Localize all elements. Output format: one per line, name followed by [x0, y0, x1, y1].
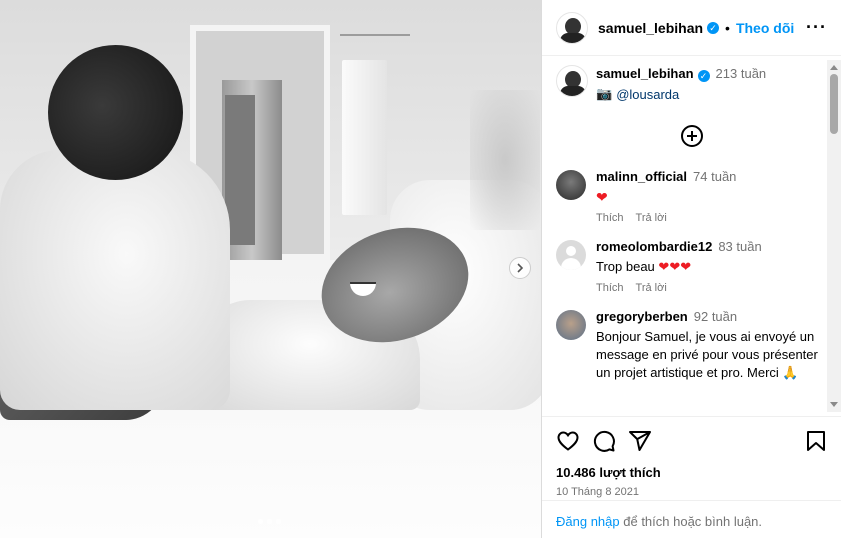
post-header: samuel_lebihan ✓ • Theo dõi ···: [542, 0, 841, 56]
post-photo: [0, 0, 541, 538]
comment-like-button[interactable]: Thích: [596, 212, 624, 224]
bookmark-icon[interactable]: [804, 429, 828, 453]
scroll-down-icon[interactable]: [830, 402, 838, 407]
comment-avatar[interactable]: [556, 310, 586, 340]
camera-icon: 📷: [596, 86, 613, 101]
comment-text: ❤: [596, 189, 610, 205]
carousel-dot: [258, 519, 263, 524]
comments-list: samuel_lebihan ✓ 213 tuần 📷 @lousarda mali…: [542, 57, 841, 415]
caption-username[interactable]: samuel_lebihan: [596, 66, 694, 81]
comment-username[interactable]: gregoryberben: [596, 309, 688, 324]
chevron-right-icon: [517, 263, 524, 273]
comment-reply-button[interactable]: Trả lời: [636, 282, 667, 294]
caption-mention[interactable]: @lousarda: [616, 87, 679, 102]
caption-avatar[interactable]: [556, 65, 588, 97]
comment-avatar[interactable]: [556, 170, 586, 200]
photo-hair: [48, 45, 183, 180]
comment-text: Trop beau ❤❤❤: [596, 259, 692, 274]
carousel-next-button[interactable]: [509, 257, 531, 279]
plus-circle-icon[interactable]: [681, 125, 703, 147]
photo-lamp-arm: [340, 34, 410, 36]
carousel-dot: [267, 519, 272, 524]
more-horizontal-icon[interactable]: ···: [806, 17, 827, 38]
load-more-comments: [556, 114, 828, 158]
post-actions: 10.486 lượt thích 10 Tháng 8 2021: [542, 416, 841, 498]
photo-woman-shirt: [0, 150, 230, 410]
heart-outline-icon[interactable]: [556, 429, 580, 453]
login-prompt-text: để thích hoặc bình luận.: [623, 514, 763, 529]
verified-badge-icon: ✓: [707, 21, 720, 34]
comment-item: gregoryberben 92 tuần Bonjour Samuel, je …: [556, 308, 828, 382]
header-username[interactable]: samuel_lebihan: [598, 20, 703, 36]
carousel-dot: [276, 519, 281, 524]
comment-age: 74 tuần: [693, 169, 737, 184]
send-icon[interactable]: [628, 429, 652, 453]
photo-lamp: [342, 60, 387, 215]
post-caption: samuel_lebihan ✓ 213 tuần 📷 @lousarda: [556, 57, 828, 102]
photo-flowers: [470, 90, 540, 230]
follow-button[interactable]: Theo dõi: [736, 20, 794, 36]
post-date: 10 Tháng 8 2021: [556, 486, 639, 498]
comment-text: Bonjour Samuel, je vous ai envoyé un mes…: [596, 329, 818, 380]
scroll-up-icon[interactable]: [830, 65, 838, 70]
login-prompt: Đăng nhập để thích hoặc bình luận.: [542, 500, 841, 538]
comment-item: romeolombardie12 83 tuần Trop beau ❤❤❤ Th…: [556, 238, 828, 294]
login-link[interactable]: Đăng nhập: [556, 514, 620, 529]
comment-item: malinn_official 74 tuần ❤ Thích Trả lời: [556, 168, 828, 224]
comment-age: 92 tuần: [693, 309, 738, 324]
caption-age: 213 tuần: [715, 66, 767, 81]
comment-avatar[interactable]: [556, 240, 586, 270]
comment-like-button[interactable]: Thích: [596, 282, 624, 294]
comment-username[interactable]: romeolombardie12: [596, 239, 712, 254]
comment-username[interactable]: malinn_official: [596, 169, 687, 184]
carousel-dots: [258, 519, 281, 524]
header-separator: •: [725, 19, 730, 36]
comment-icon[interactable]: [592, 429, 616, 453]
post-side-panel: samuel_lebihan ✓ • Theo dõi ··· samuel_l…: [541, 0, 841, 538]
comments-scrollbar[interactable]: [827, 60, 841, 412]
avatar[interactable]: [556, 11, 588, 44]
verified-badge-icon: ✓: [697, 70, 710, 82]
likes-count[interactable]: 10.486 lượt thích: [556, 465, 828, 480]
comment-age: 83 tuần: [718, 239, 762, 254]
comment-reply-button[interactable]: Trả lời: [636, 212, 667, 224]
scrollbar-thumb[interactable]: [830, 74, 838, 134]
